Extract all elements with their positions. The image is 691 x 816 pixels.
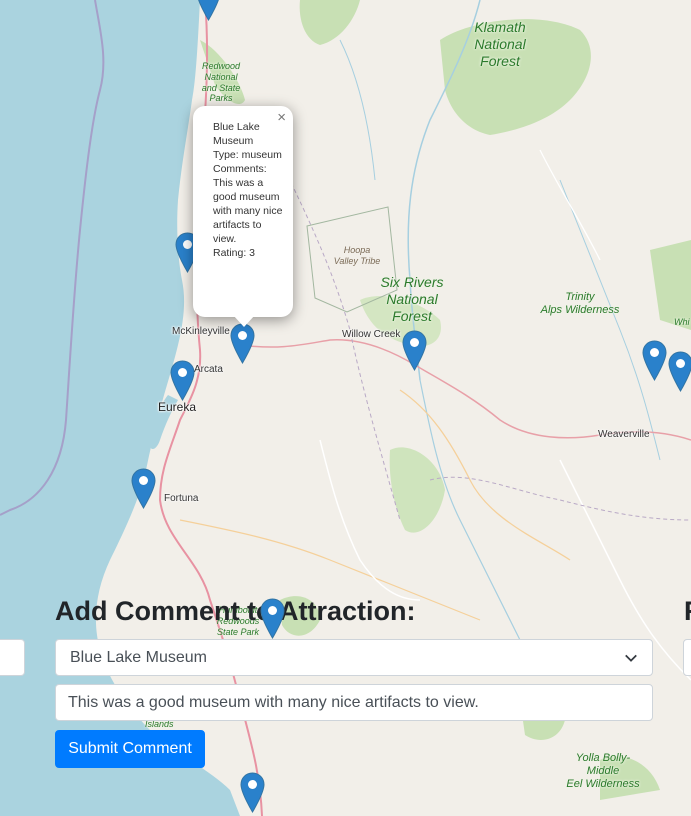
area-label-yolla-bolly-wilderness: Yolla Bolly- Middle Eel Wilderness	[566, 752, 640, 791]
popup-rating: Rating: 3	[213, 247, 256, 259]
chevron-down-icon	[625, 654, 637, 662]
submit-comment-button[interactable]: Submit Comment	[55, 730, 205, 768]
attraction-select-value: Blue Lake Museum	[70, 648, 207, 666]
form-title: Add Comment to Attraction:	[55, 596, 416, 626]
map-pin-icon[interactable]	[668, 351, 691, 392]
place-label-weaverville: Weaverville	[598, 429, 650, 440]
popup-comments: Comments: This was a good museum with ma…	[213, 163, 283, 245]
area-label-redwood-national-park: Redwood National and State Parks	[201, 61, 241, 104]
place-label-eureka: Eureka	[158, 400, 197, 414]
map-pin-icon[interactable]	[402, 330, 427, 371]
area-label-six-rivers-national-forest: Six Rivers National Forest	[380, 274, 444, 324]
map-pin-icon[interactable]	[131, 468, 156, 509]
popup-type: Type: museum	[213, 149, 282, 161]
right-input-fragment[interactable]	[683, 639, 691, 676]
map-pin-icon[interactable]	[260, 598, 285, 639]
form-title-right-fragment: R	[684, 596, 691, 627]
left-input-fragment[interactable]	[0, 639, 25, 676]
area-label-edge: Whi	[674, 317, 690, 327]
comment-input-value: This was a good museum with many nice ar…	[68, 693, 479, 711]
popup-close-button[interactable]: ×	[277, 110, 286, 125]
map-pin-icon[interactable]	[170, 360, 195, 401]
place-label-willow-creek: Willow Creek	[342, 329, 401, 340]
attraction-popup: × Blue Lake Museum Type: museum Comments…	[193, 106, 293, 327]
area-label-trinity-alps-wilderness: Trinity Alps Wilderness	[540, 291, 620, 317]
area-label-hoopa-valley-tribe: Hoopa Valley Tribe	[333, 245, 381, 266]
comment-input[interactable]: This was a good museum with many nice ar…	[55, 684, 653, 721]
popup-title: Blue Lake Museum	[213, 121, 260, 147]
attraction-select[interactable]: Blue Lake Museum	[55, 639, 653, 676]
map-pin-icon[interactable]	[642, 340, 667, 381]
place-label-fortuna: Fortuna	[164, 493, 199, 504]
place-label-mckinleyville: McKinleyville	[172, 326, 230, 337]
area-label-klamath-national-forest: Klamath National Forest	[474, 19, 526, 69]
map-pin-icon[interactable]	[196, 0, 221, 21]
popup-tip	[233, 315, 255, 327]
map-pin-icon[interactable]	[240, 772, 265, 813]
place-label-arcata: Arcata	[194, 364, 223, 375]
map-pin-icon[interactable]	[230, 323, 255, 364]
